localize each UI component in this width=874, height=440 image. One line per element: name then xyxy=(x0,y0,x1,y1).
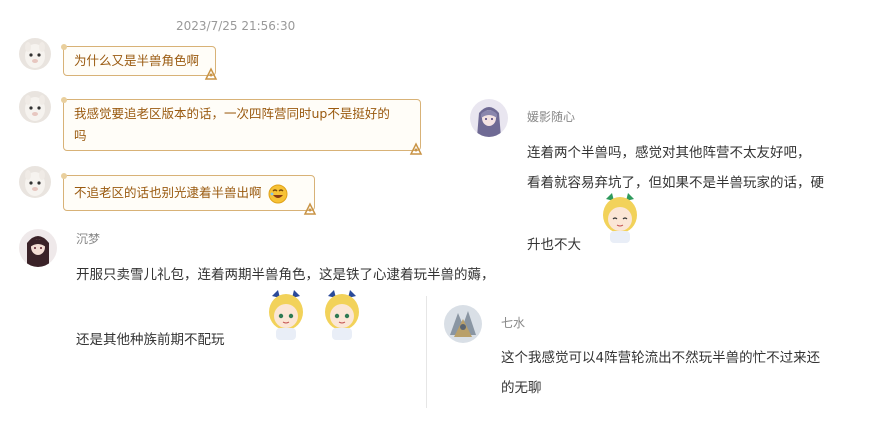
chat-bubble-text-line: 吗 xyxy=(74,128,87,143)
anime-girl-sticker-icon xyxy=(264,290,308,342)
comment-text-line: 开服只卖雪儿礼包，连着两期半兽角色，这是铁了心逮着玩半兽的薅， xyxy=(76,267,495,283)
bubble-corner-deco-icon xyxy=(409,142,423,155)
anime-girl-sticker-icon xyxy=(320,290,364,342)
user-avatar-alpaca[interactable] xyxy=(19,38,51,70)
message-timestamp: 2023/7/25 21:56:30 xyxy=(176,19,296,33)
comment-text-line: 这个我感觉可以4阵营轮流出不然玩半兽的忙不过来还 xyxy=(501,350,821,366)
comment-username[interactable]: 沉梦 xyxy=(76,230,100,247)
comment-text-line: 连着两个半兽吗，感觉对其他阵营不太友好吧， xyxy=(527,145,811,161)
reply-divider xyxy=(426,296,427,408)
user-avatar-chenmeng[interactable] xyxy=(19,229,57,267)
chat-bubble-text: 为什么又是半兽角色啊 xyxy=(74,53,200,68)
user-avatar-alpaca[interactable] xyxy=(19,91,51,123)
user-avatar-yuanying[interactable] xyxy=(470,99,508,137)
bubble-pin-icon xyxy=(61,173,67,179)
creature-avatar-icon xyxy=(444,305,482,343)
bubble-corner-deco-icon xyxy=(303,202,317,215)
bubble-pin-icon xyxy=(61,44,67,50)
girl-avatar-icon xyxy=(19,229,57,267)
anime-girl-sticker-icon xyxy=(598,193,642,245)
chat-bubble-text-line: 我感觉要追老区版本的话，一次四阵营同时up不是挺好的 xyxy=(74,106,390,121)
bubble-pin-icon xyxy=(61,97,67,103)
alpaca-avatar-icon xyxy=(19,38,51,70)
comment-text-line: 的无聊 xyxy=(501,380,542,396)
girl-avatar-icon xyxy=(470,99,508,137)
chat-bubble: 我感觉要追老区版本的话，一次四阵营同时up不是挺好的 吗 xyxy=(61,97,423,155)
chat-bubble: 不追老区的话也别光逮着半兽出啊 xyxy=(61,173,317,215)
comment-text-line: 还是其他种族前期不配玩 xyxy=(76,332,225,348)
comment-text-line: 升也不大 xyxy=(527,237,581,253)
laughing-emoji-icon xyxy=(268,184,287,203)
user-avatar-alpaca[interactable] xyxy=(19,166,51,198)
bubble-corner-deco-icon xyxy=(204,67,218,80)
comment-username[interactable]: 媛影随心 xyxy=(527,108,575,125)
comment-text-line: 看着就容易弃坑了，但如果不是半兽玩家的话，硬 xyxy=(527,175,824,191)
comment-username[interactable]: 七水 xyxy=(501,314,525,331)
alpaca-avatar-icon xyxy=(19,91,51,123)
user-avatar-qishui[interactable] xyxy=(444,305,482,343)
chat-bubble: 为什么又是半兽角色啊 xyxy=(61,44,218,80)
chat-bubble-text: 不追老区的话也别光逮着半兽出啊 xyxy=(74,185,262,200)
alpaca-avatar-icon xyxy=(19,166,51,198)
